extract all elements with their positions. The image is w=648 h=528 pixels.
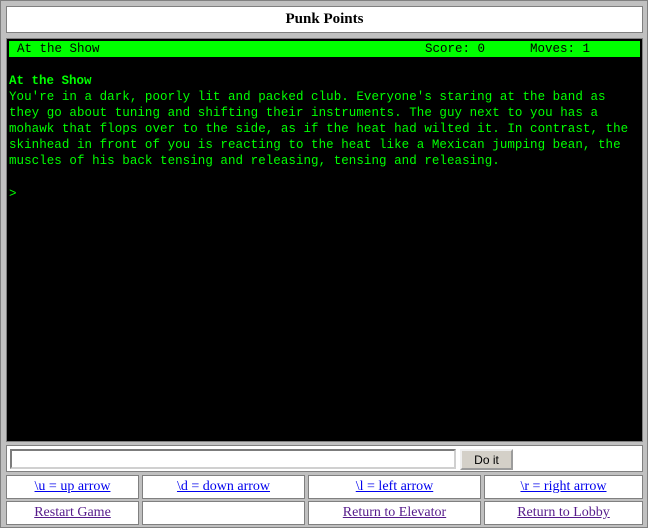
- game-terminal: At the Show Score: 0 Moves: 1 At the Sho…: [6, 38, 643, 442]
- left-arrow-link[interactable]: \l = left arrow: [356, 479, 433, 495]
- room-name: At the Show: [9, 74, 92, 88]
- status-bar: At the Show Score: 0 Moves: 1: [9, 41, 640, 57]
- nav-cell-empty: [142, 501, 305, 525]
- status-moves: Moves: 1: [530, 42, 591, 56]
- command-input[interactable]: [10, 449, 456, 469]
- nav-cell-restart: Restart Game: [6, 501, 139, 525]
- page-title: Punk Points: [6, 6, 643, 33]
- nav-cell-lobby: Return to Lobby: [484, 501, 643, 525]
- status-location: At the Show: [17, 42, 100, 56]
- status-score: Score: 0: [425, 42, 486, 56]
- command-bar: Do it: [6, 445, 643, 472]
- return-to-elevator-link[interactable]: Return to Elevator: [343, 505, 446, 521]
- do-it-button[interactable]: Do it: [460, 449, 513, 470]
- nav-cell-up: \u = up arrow: [6, 475, 139, 499]
- nav-cell-elevator: Return to Elevator: [308, 501, 481, 525]
- down-arrow-link[interactable]: \d = down arrow: [177, 479, 270, 495]
- up-arrow-link[interactable]: \u = up arrow: [35, 479, 111, 495]
- right-arrow-link[interactable]: \r = right arrow: [520, 479, 606, 495]
- nav-cell-right: \r = right arrow: [484, 475, 643, 499]
- room-description: You're in a dark, poorly lit and packed …: [9, 90, 629, 168]
- restart-game-link[interactable]: Restart Game: [34, 505, 111, 521]
- game-frame: Punk Points At the Show Score: 0 Moves: …: [0, 0, 648, 528]
- nav-cell-left: \l = left arrow: [308, 475, 481, 499]
- return-to-lobby-link[interactable]: Return to Lobby: [517, 505, 610, 521]
- command-prompt: >: [9, 187, 17, 201]
- game-output: At the Show You're in a dark, poorly lit…: [9, 73, 642, 169]
- nav-cell-down: \d = down arrow: [142, 475, 305, 499]
